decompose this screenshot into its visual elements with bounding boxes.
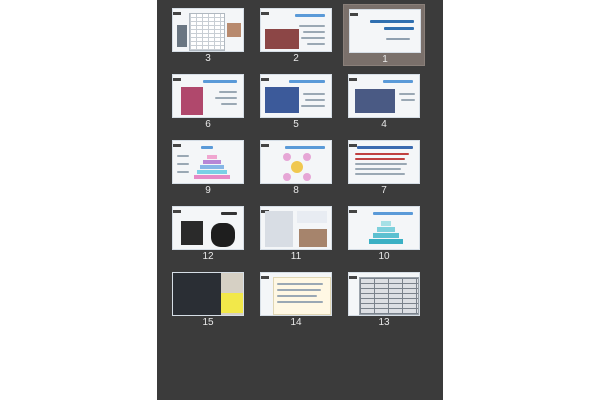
slide-thumbnail-9[interactable]: 9 bbox=[167, 136, 249, 198]
slide-thumbnail-15[interactable]: 15 bbox=[167, 268, 249, 330]
slide-number: 4 bbox=[381, 119, 387, 130]
slide-thumbnail-3[interactable]: 3 bbox=[167, 4, 249, 66]
slide-number: 6 bbox=[205, 119, 211, 130]
slide-number: 10 bbox=[378, 251, 390, 262]
slide-preview bbox=[172, 140, 244, 184]
slide-thumbnail-7[interactable]: 7 bbox=[343, 136, 425, 198]
slide-thumbnail-13[interactable]: 13 bbox=[343, 268, 425, 330]
slide-preview bbox=[260, 8, 332, 52]
slide-number: 14 bbox=[290, 317, 302, 328]
slide-thumbnail-2[interactable]: 2 bbox=[255, 4, 337, 66]
slide-grid: 3 2 1 6 5 4 9 8 7 12 11 10 15 14 13 bbox=[157, 0, 443, 400]
slide-number: 11 bbox=[290, 251, 302, 262]
slide-preview bbox=[349, 9, 421, 53]
slide-thumbnail-11[interactable]: 11 bbox=[255, 202, 337, 264]
slide-thumbnail-8[interactable]: 8 bbox=[255, 136, 337, 198]
slide-preview bbox=[172, 8, 244, 52]
slide-preview bbox=[172, 272, 244, 316]
slide-preview bbox=[348, 140, 420, 184]
slide-number: 9 bbox=[205, 185, 211, 196]
slide-thumbnail-10[interactable]: 10 bbox=[343, 202, 425, 264]
slide-preview bbox=[260, 74, 332, 118]
slide-number: 5 bbox=[293, 119, 299, 130]
slide-preview bbox=[172, 206, 244, 250]
slide-preview bbox=[260, 206, 332, 250]
slide-thumbnail-6[interactable]: 6 bbox=[167, 70, 249, 132]
slide-thumbnail-12[interactable]: 12 bbox=[167, 202, 249, 264]
slide-thumbnail-5[interactable]: 5 bbox=[255, 70, 337, 132]
slide-number: 15 bbox=[202, 317, 214, 328]
slide-number: 1 bbox=[382, 54, 388, 65]
slide-sorter-panel: 3 2 1 6 5 4 9 8 7 12 11 10 15 14 13 bbox=[157, 0, 443, 400]
slide-number: 2 bbox=[293, 53, 299, 64]
slide-preview bbox=[348, 272, 420, 316]
slide-number: 3 bbox=[205, 53, 211, 64]
slide-number: 8 bbox=[293, 185, 299, 196]
slide-number: 13 bbox=[378, 317, 390, 328]
slide-preview bbox=[260, 140, 332, 184]
slide-number: 7 bbox=[381, 185, 387, 196]
slide-thumbnail-1[interactable]: 1 bbox=[343, 4, 425, 66]
slide-preview bbox=[172, 74, 244, 118]
slide-preview bbox=[348, 74, 420, 118]
slide-preview bbox=[348, 206, 420, 250]
slide-preview bbox=[260, 272, 332, 316]
slide-thumbnail-14[interactable]: 14 bbox=[255, 268, 337, 330]
slide-number: 12 bbox=[202, 251, 214, 262]
slide-thumbnail-4[interactable]: 4 bbox=[343, 70, 425, 132]
